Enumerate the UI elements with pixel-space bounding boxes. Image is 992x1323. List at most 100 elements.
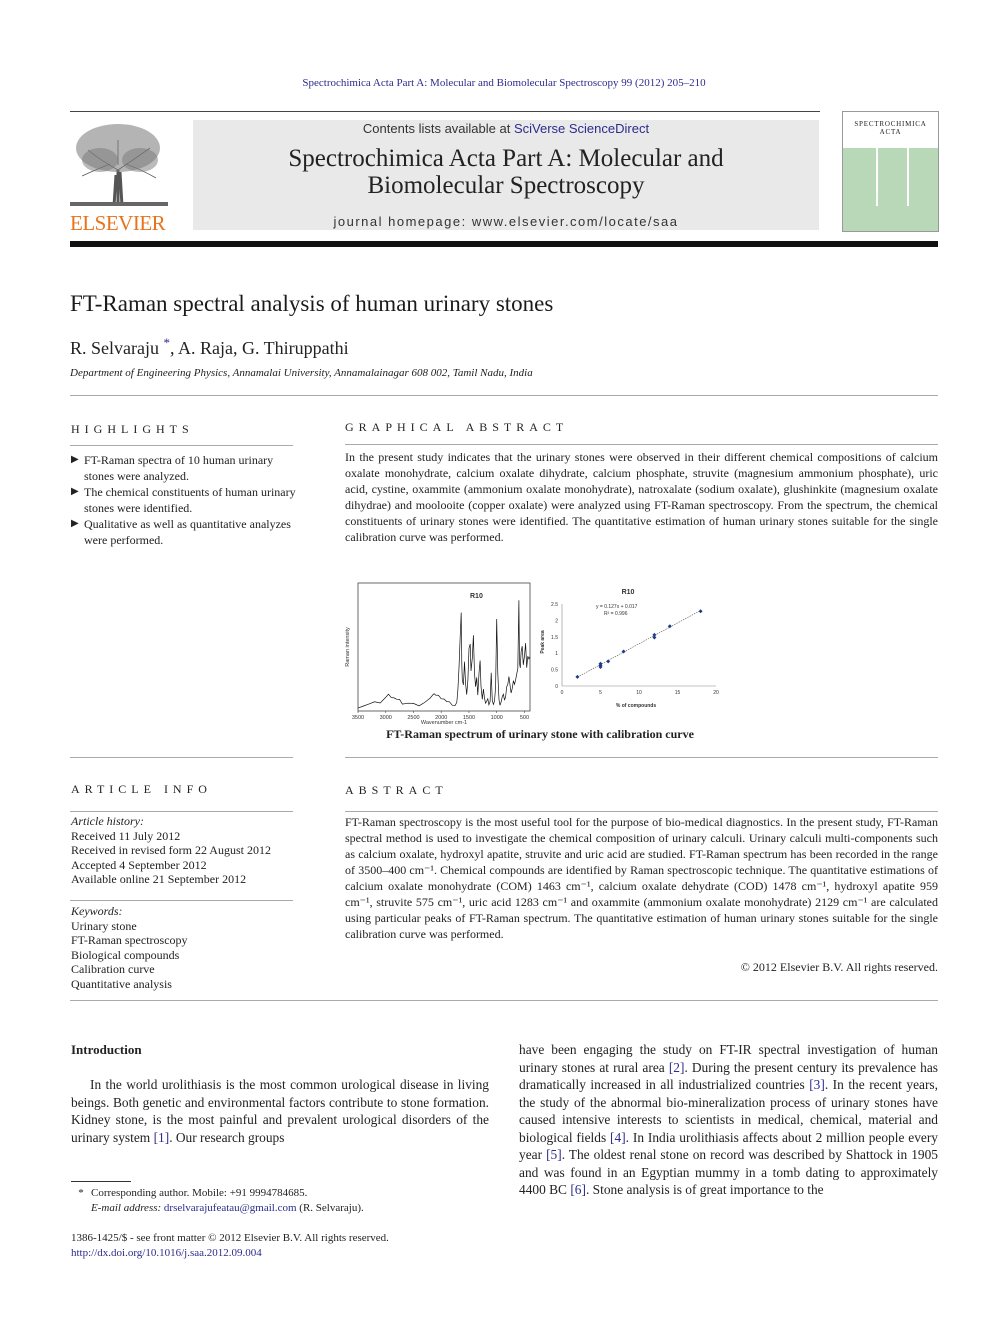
citation-link[interactable]: [4] [610, 1130, 626, 1145]
bullet-triangle-icon: ▶ [71, 454, 79, 465]
journal-banner: Contents lists available at SciVerse Sci… [193, 120, 819, 230]
publisher-logo[interactable]: ELSEVIER [70, 120, 172, 235]
author-name[interactable]: R. Selvaraju [70, 338, 159, 358]
paragraph-text: . Stone analysis is of great importance … [585, 1182, 824, 1197]
fit-line [577, 610, 701, 678]
highlight-text: FT-Raman spectra of 10 human urinary sto… [84, 453, 274, 483]
regression-equation: y = 0.127x + 0.017 [596, 604, 638, 610]
x-tick-label: 1000 [491, 715, 503, 721]
footnote-text: Corresponding author. Mobile: +91 999478… [91, 1187, 308, 1199]
highlight-text: The chemical constituents of human urina… [84, 485, 296, 515]
corresponding-author-note: * Corresponding author. Mobile: +91 99947… [71, 1186, 491, 1201]
front-matter-notice: 1386-1425/$ - see front matter © 2012 El… [71, 1232, 389, 1244]
x-tick-label: 500 [520, 715, 529, 721]
doi-link[interactable]: http://dx.doi.org/10.1016/j.saa.2012.09.… [71, 1246, 511, 1261]
footnote-mark: * [78, 1187, 84, 1199]
header-rule [70, 111, 820, 112]
cover-stripe [907, 148, 909, 206]
article-history: Article history: Received 11 July 2012 R… [71, 814, 296, 887]
footnotes: * Corresponding author. Mobile: +91 99947… [71, 1186, 491, 1216]
y-tick-label: 1 [555, 651, 558, 657]
contents-line: Contents lists available at SciVerse Sci… [193, 121, 819, 136]
y-tick-label: 2.5 [551, 602, 558, 608]
paragraph-text: . Our research groups [169, 1129, 285, 1145]
calibration-curve-chart: R10 Peak area % of compounds y = 0.127x … [540, 589, 719, 709]
copyright-notice: © 2012 Elsevier B.V. All rights reserved… [740, 960, 938, 974]
spectrum-line [357, 600, 531, 709]
email-suffix: (R. Selvaraju). [296, 1202, 364, 1214]
r-squared: R² = 0.996 [604, 611, 628, 617]
author-name[interactable]: G. Thiruppathi [242, 338, 349, 358]
history-revised: Received in revised form 22 August 2012 [71, 843, 271, 857]
email-link[interactable]: drselvarajufeatau@gmail.com [164, 1202, 297, 1214]
y-axis-label: Peak area [540, 630, 546, 654]
article-title: FT-Raman spectral analysis of human urin… [70, 291, 554, 316]
article-info-rule [70, 811, 293, 812]
highlight-item: ▶ FT-Raman spectra of 10 human urinary st… [71, 452, 296, 484]
affiliation: Department of Engineering Physics, Annam… [70, 367, 533, 379]
keyword-item: Calibration curve [71, 962, 155, 976]
section-divider [345, 757, 938, 758]
journal-title-line2: Biomolecular Spectroscopy [367, 172, 645, 199]
y-tick-label: 2 [555, 618, 558, 624]
section-divider [70, 1000, 938, 1001]
x-tick-label: 15 [675, 690, 681, 696]
highlight-item: ▶ Qualitative as well as quantitative ana… [71, 516, 296, 548]
section-divider [70, 395, 938, 396]
x-tick-label: 3000 [380, 715, 392, 721]
highlight-item: ▶ The chemical constituents of human urin… [71, 484, 296, 516]
x-tick-label: 20 [713, 690, 719, 696]
citation-link[interactable]: [1] [154, 1130, 170, 1145]
y-tick-label: 0 [555, 684, 558, 690]
data-point [575, 674, 580, 679]
journal-title[interactable]: Spectrochimica Acta Part A: Molecular an… [193, 145, 819, 199]
elsevier-tree-icon [70, 124, 168, 207]
x-tick-label: 1500 [463, 715, 475, 721]
abstract-heading: ABSTRACT [345, 783, 448, 797]
chart-title: R10 [470, 593, 483, 600]
email-note: E-mail address: drselvarajufeatau@gmail.… [71, 1201, 491, 1216]
publication-info: 1386-1425/$ - see front matter © 2012 El… [71, 1231, 511, 1260]
x-tick-label: 5 [599, 690, 602, 696]
bullet-triangle-icon: ▶ [71, 518, 79, 529]
journal-title-line1: Spectrochimica Acta Part A: Molecular an… [288, 145, 724, 172]
x-axis-label: % of compounds [616, 703, 656, 709]
history-label: Article history: [71, 814, 144, 828]
journal-cover-thumbnail[interactable]: SPECTROCHIMICA ACTA [842, 111, 939, 232]
author-name[interactable]: A. Raja [178, 338, 233, 358]
keywords-label: Keywords: [71, 904, 123, 918]
citation-link[interactable]: [3] [809, 1077, 825, 1092]
footnote-rule [71, 1181, 131, 1182]
homepage-label: journal homepage: [333, 214, 472, 229]
citation-link[interactable]: [5] [546, 1147, 562, 1162]
introduction-heading: Introduction [71, 1042, 142, 1057]
keyword-item: Biological compounds [71, 947, 180, 962]
journal-homepage: journal homepage: www.elsevier.com/locat… [193, 214, 819, 229]
running-head[interactable]: Spectrochimica Acta Part A: Molecular an… [0, 77, 992, 89]
cover-title-line2: ACTA [879, 128, 902, 136]
chart-title: R10 [622, 589, 635, 596]
homepage-link[interactable]: www.elsevier.com/locate/saa [472, 214, 679, 229]
sciencedirect-link[interactable]: SciVerse ScienceDirect [514, 121, 649, 136]
y-axis-label: Raman intensity [345, 627, 351, 667]
cover-title-line1: SPECTROCHIMICA [854, 120, 927, 128]
citation-link[interactable]: [6] [570, 1182, 586, 1197]
graphical-abstract-text: In the present study indicates that the … [345, 450, 938, 544]
section-divider [70, 757, 293, 758]
highlights-heading: HIGHLIGHTS [71, 422, 194, 436]
highlight-text: Qualitative as well as quantitative anal… [84, 517, 291, 547]
history-received: Received 11 July 2012 [71, 828, 181, 843]
author-list: R. Selvaraju *, A. Raja, G. Thiruppathi [70, 335, 349, 359]
bullet-triangle-icon: ▶ [71, 486, 79, 497]
x-tick-label: 0 [561, 690, 564, 696]
graphical-abstract-rule [345, 444, 938, 445]
graphical-abstract-caption: FT-Raman spectrum of urinary stone with … [386, 727, 694, 741]
keywords-rule [70, 900, 293, 901]
history-accepted: Accepted 4 September 2012 [71, 857, 207, 872]
email-label: E-mail address: [91, 1202, 164, 1214]
abstract-rule [345, 811, 938, 812]
citation-link[interactable]: [2] [669, 1060, 685, 1075]
abstract-text: FT-Raman spectroscopy is the most useful… [345, 815, 938, 941]
data-point [698, 609, 703, 614]
x-tick-label: 2000 [435, 715, 447, 721]
